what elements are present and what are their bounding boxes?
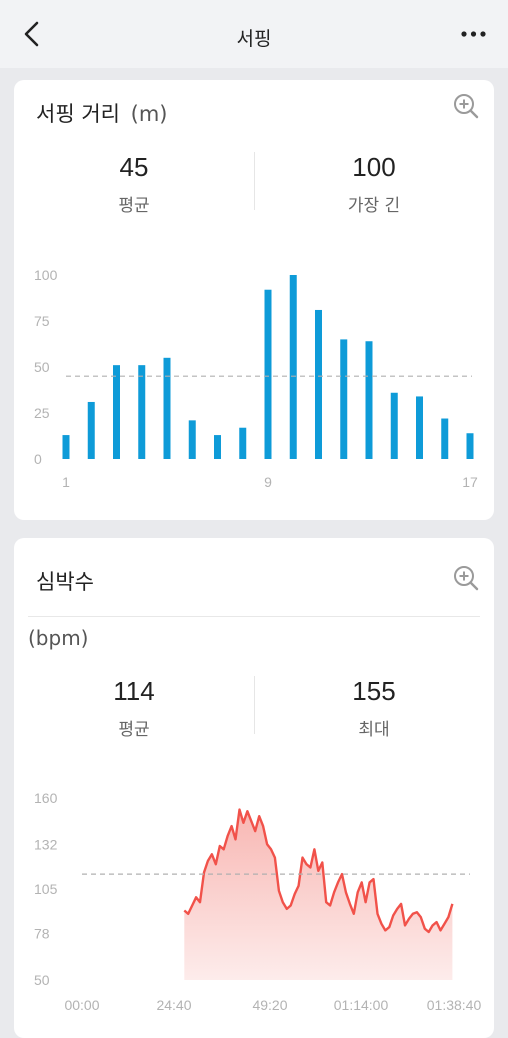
- x-tick-label: 01:14:00: [334, 997, 389, 1013]
- app-header: 서핑: [0, 0, 508, 68]
- y-tick-label: 50: [34, 359, 50, 375]
- hr-average-stat: 114 평균: [14, 676, 254, 740]
- y-tick-label: 100: [34, 267, 58, 283]
- surf-distance-title-text: 서핑 거리: [36, 102, 120, 126]
- x-tick-label: 1: [62, 474, 70, 490]
- y-tick-label: 132: [34, 836, 58, 852]
- bar: [138, 365, 146, 459]
- surf-distance-bar-chart: 0 25 50 75 100 1 9 17: [34, 267, 478, 490]
- bar: [163, 357, 171, 459]
- bar: [239, 427, 247, 459]
- heart-rate-area: [184, 809, 453, 980]
- hr-average-label: 평균: [118, 720, 150, 740]
- bar: [87, 401, 95, 459]
- distance-average-value: 45: [119, 152, 149, 182]
- bar: [62, 435, 70, 459]
- bar: [466, 433, 474, 459]
- surf-distance-title: 서핑 거리 (m): [36, 98, 168, 128]
- heart-rate-unit: (bpm): [28, 626, 89, 650]
- distance-longest-label: 가장 긴: [347, 196, 401, 216]
- hr-max-label: 최대: [358, 720, 390, 740]
- zoom-button-distance[interactable]: [452, 92, 480, 120]
- y-tick-label: 0: [34, 451, 42, 467]
- hr-max-value: 155: [352, 676, 396, 706]
- surf-distance-unit: (m): [130, 102, 168, 126]
- x-tick-label: 17: [462, 474, 478, 490]
- x-tick-label: 00:00: [64, 997, 99, 1013]
- bar: [315, 309, 322, 459]
- heart-rate-title: 심박수: [36, 570, 94, 594]
- y-tick-label: 78: [34, 926, 50, 942]
- more-icon: [461, 31, 486, 37]
- y-tick-label: 160: [34, 790, 58, 806]
- hr-average-value: 114: [113, 676, 155, 706]
- bar: [188, 420, 196, 459]
- distance-average-label: 평균: [118, 196, 150, 216]
- y-tick-label: 25: [34, 405, 50, 421]
- more-options-button[interactable]: [458, 24, 490, 44]
- x-tick-label: 9: [264, 474, 272, 490]
- heart-rate-card: 심박수 (bpm) 114 평균 155 최대 50 78 105 132 160 00:…: [14, 538, 494, 1038]
- y-tick-label: 105: [34, 881, 58, 897]
- surf-distance-card: 서핑 거리 (m) 45 평균 100 가장 긴 0 25 50 75 100 1 9 17: [14, 80, 494, 520]
- bar: [416, 396, 423, 459]
- page-title: 서핑: [236, 28, 272, 50]
- zoom-button-heart-rate[interactable]: [452, 564, 480, 592]
- distance-longest-value: 100: [352, 152, 396, 182]
- bar: [365, 341, 373, 459]
- card-divider: [28, 616, 480, 617]
- bar: [340, 339, 348, 459]
- bar: [441, 418, 449, 459]
- x-tick-label: 49:20: [252, 997, 287, 1013]
- hr-max-stat: 155 최대: [254, 676, 494, 740]
- bar: [264, 289, 272, 459]
- zoom-in-icon: [454, 566, 479, 591]
- bar: [214, 435, 221, 459]
- x-tick-label: 01:38:40: [427, 997, 482, 1013]
- heart-rate-area-chart: 50 78 105 132 160 00:00 24:40 49:20 01:14:00 01:3…: [34, 790, 482, 1013]
- y-tick-label: 50: [34, 972, 50, 988]
- x-tick-label: 24:40: [156, 997, 191, 1013]
- distance-average-stat: 45 평균: [14, 152, 254, 216]
- zoom-in-icon: [454, 94, 479, 119]
- distance-longest-stat: 100 가장 긴: [254, 152, 494, 216]
- y-tick-label: 75: [34, 313, 50, 329]
- bar: [289, 275, 297, 459]
- bar: [113, 365, 120, 459]
- bar: [390, 392, 398, 459]
